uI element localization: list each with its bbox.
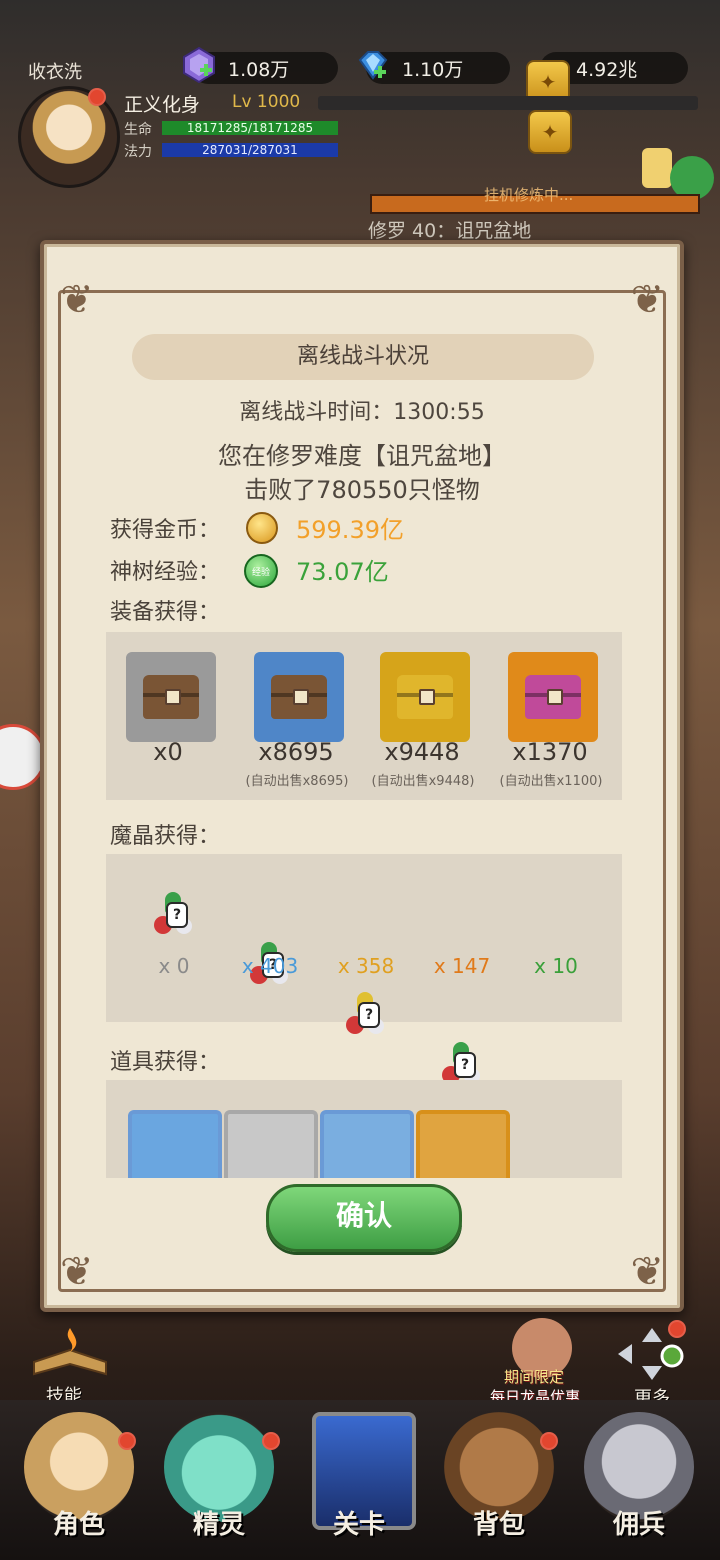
exp-label: 神树经验： (110, 560, 221, 585)
chest-count: x8695 (258, 738, 334, 766)
backpack-notification-dot (540, 1432, 558, 1450)
crystal-count: x 10 (534, 954, 578, 978)
exp-value: 73.07亿 (296, 558, 389, 586)
gold-chest-icon (380, 652, 470, 742)
chest-count: x9448 (384, 738, 460, 766)
gold-coin-icon (246, 512, 278, 544)
gray-chest-icon (126, 652, 216, 742)
idle-status: 挂机修炼中... (484, 186, 574, 204)
crystal-section: ? x 0 ? x 403 ? x 358 ? x 147 ? x 10 (106, 854, 622, 1134)
dialog-title: 离线战斗状况 (132, 334, 594, 380)
rank-badge-icon[interactable] (416, 1110, 510, 1178)
hp-label: 生命 (124, 122, 152, 138)
chest-count: x0 (153, 738, 183, 766)
nav-backpack-label: 背包 (472, 1510, 525, 1540)
spirit-flower-icon[interactable] (128, 1110, 222, 1178)
gold-label: 获得金币： (110, 518, 221, 543)
battle-duration: 离线战斗时间：1300:55 (239, 400, 485, 425)
nav-stage-label: 关卡 (332, 1510, 385, 1540)
currency-diamonds[interactable]: 1.10万 (358, 51, 510, 84)
corner-ornament-icon: ❦ (60, 1249, 94, 1295)
character-notification-dot (118, 1432, 136, 1450)
corner-ornament-icon: ❦ (630, 277, 664, 323)
avatar-notification-dot (88, 88, 106, 106)
auto-battle-icon[interactable]: ✦ (528, 110, 572, 154)
skill-button[interactable] (28, 1322, 112, 1382)
chest-orange[interactable] (508, 652, 598, 742)
currency-gems[interactable]: 1.08万 (183, 46, 338, 84)
orange-chest-icon (508, 652, 598, 742)
offline-battle-dialog: ❦ ❦ ❦ ❦ 离线战斗状况 离线战斗时间：1300:55 您在修罗难度【诅咒盆… (40, 240, 684, 1312)
crystal-count: x 0 (158, 954, 190, 978)
mp-bar: 287031/287031 (162, 143, 338, 157)
skill-book-icon (33, 1328, 107, 1376)
items-section (106, 1080, 622, 1178)
blue-diamond-icon (358, 51, 388, 80)
confirm-button[interactable]: 确认 (266, 1184, 462, 1252)
hp-bar: 18171285/18171285 (162, 121, 338, 135)
chest-grey[interactable] (126, 652, 216, 742)
nav-character-label: 角色 (52, 1510, 105, 1540)
auto-sell-note: (自动出售x8695) (245, 774, 349, 789)
crystal-icon[interactable]: ? (152, 890, 198, 940)
crystal-count: x 147 (433, 954, 491, 978)
more-notification-dot (668, 1320, 686, 1338)
crystal-icon[interactable]: ? (344, 990, 390, 1040)
purple-gem-icon (183, 46, 215, 84)
promo-line-1: 期间限定 (504, 1368, 565, 1386)
blue-scroll-icon[interactable] (320, 1110, 414, 1178)
chest-gold[interactable] (380, 652, 470, 742)
corner-ornament-icon: ❦ (60, 277, 94, 323)
player-level: Lv 1000 (232, 92, 301, 112)
crystal-count: x 358 (337, 954, 395, 978)
chest-blue[interactable] (254, 652, 344, 742)
exp-bar (318, 96, 698, 110)
exp-badge: 经验 (251, 567, 270, 578)
crystal-count: x 403 (241, 954, 299, 978)
equipment-label: 装备获得： (110, 600, 221, 625)
diamonds-value: 1.10万 (402, 58, 464, 81)
blue-chest-icon (254, 652, 344, 742)
summary-line-2: 击败了780550只怪物 (244, 476, 480, 504)
spirit-notification-dot (262, 1432, 280, 1450)
nav-mercenary-label: 佣兵 (612, 1510, 665, 1540)
equipment-section: x0 x8695 (自动出售x8695) x9448 (自动出售x9448) x… (106, 632, 622, 800)
gems-value: 1.08万 (228, 58, 290, 81)
chest-count: x1370 (512, 738, 588, 766)
exp-orb-icon: 经验 (244, 554, 278, 588)
gold-value: 599.39亿 (296, 516, 404, 544)
stage-name: 修罗 40：诅咒盆地 (368, 220, 532, 242)
mp-label: 法力 (124, 144, 152, 160)
crystal-label: 魔晶获得： (110, 824, 221, 849)
auto-sell-note: (自动出售x9448) (371, 774, 475, 789)
silver-scroll-icon[interactable] (224, 1110, 318, 1178)
player-title: 正义化身 (124, 94, 201, 116)
player-nickname: 收衣洗 (28, 62, 82, 83)
hero-sprite (642, 148, 672, 188)
summary-line-1: 您在修罗难度【诅咒盆地】 (218, 442, 506, 470)
auto-sell-note: (自动出售x1100) (499, 774, 603, 789)
corner-ornament-icon: ❦ (630, 1249, 664, 1295)
items-label: 道具获得： (110, 1050, 221, 1075)
nav-spirit-label: 精灵 (192, 1510, 245, 1540)
gold-value: 4.92兆 (576, 58, 638, 81)
